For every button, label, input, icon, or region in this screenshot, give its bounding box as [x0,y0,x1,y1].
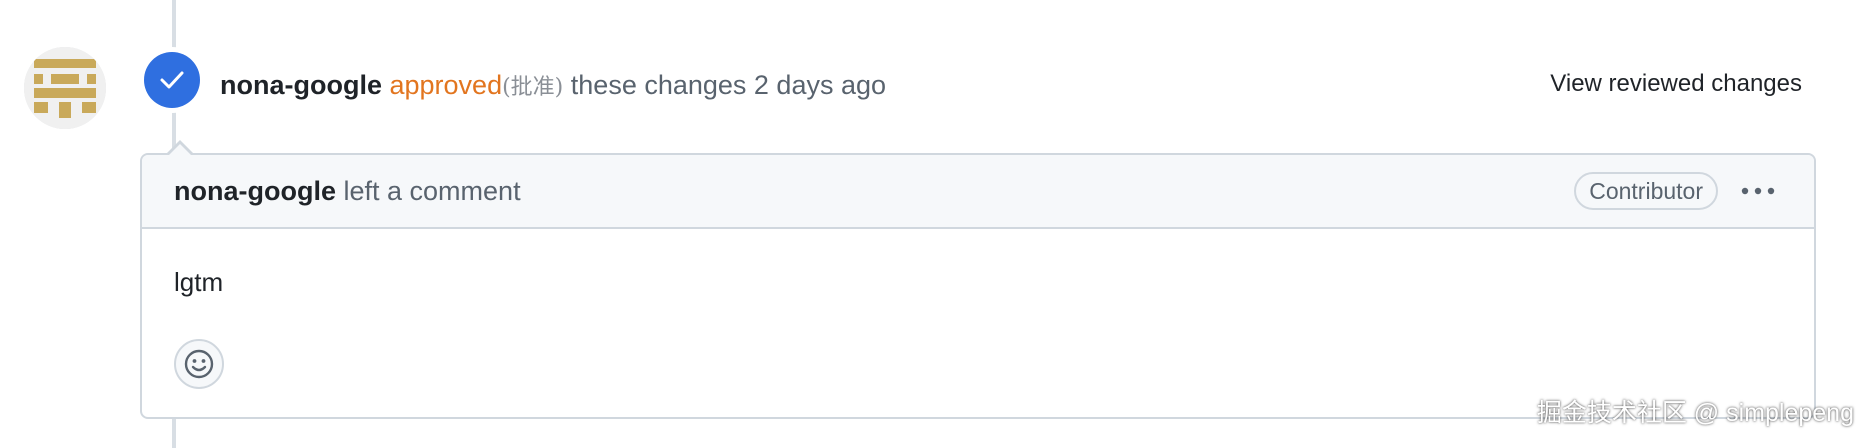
avatar[interactable] [24,47,106,129]
review-state-translation: (批准) [502,75,564,100]
identicon-avatar [24,47,106,129]
watermark: 掘金技术社区 @ simplepeng [1536,399,1854,427]
comment-options-button[interactable] [1738,176,1778,206]
contributor-badge: Contributor [1574,172,1718,210]
kebab-horizontal-icon [1741,187,1775,195]
add-reaction-button[interactable] [174,339,224,389]
comment-text: lgtm [174,267,224,297]
view-reviewed-changes-link[interactable]: View reviewed changes [1550,67,1802,101]
check-icon [160,71,184,89]
comment-action: left a comment [343,176,521,206]
approved-badge [144,52,200,108]
review-comment: nona-google left a comment Contributor l… [140,140,1816,419]
comment-header: nona-google left a comment Contributor [142,155,1814,229]
smiley-icon [184,349,214,379]
review-author-link[interactable]: nona-google [220,70,382,100]
review-suffix: these changes 2 days ago [570,70,887,100]
comment-title: nona-google left a comment [174,173,521,209]
review-state: approved [389,70,503,100]
review-headline: nona-google approved(批准) these changes 2… [220,65,886,108]
comment-author-link[interactable]: nona-google [174,176,336,206]
